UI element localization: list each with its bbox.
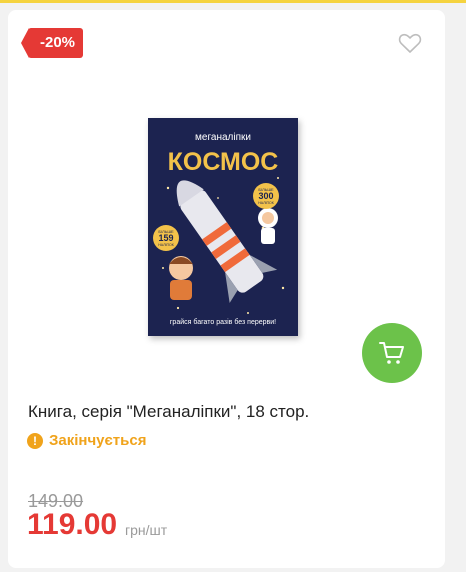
badge-reusable-unit: НАЛІПОК bbox=[158, 243, 174, 247]
add-to-cart-button[interactable] bbox=[362, 323, 422, 383]
current-price: 119.00 bbox=[27, 508, 118, 541]
top-accent-strip bbox=[0, 0, 466, 3]
product-card[interactable]: -20% меганаліпки КОСМОС БІЛЬШЕ 300 НАЛІП… bbox=[8, 10, 445, 568]
badge-more-unit: НАЛІПОК bbox=[258, 201, 274, 205]
heart-icon[interactable] bbox=[398, 32, 422, 54]
price-unit: грн/шт bbox=[125, 522, 168, 538]
product-title[interactable]: Книга, серія "Меганаліпки", 18 стор. bbox=[28, 402, 428, 422]
badge-more-count: 300 bbox=[258, 191, 273, 201]
stock-status: ! Закінчується bbox=[27, 432, 146, 449]
discount-badge: -20% bbox=[20, 28, 84, 58]
cover-footer: грайся багато разів без перерви! bbox=[170, 318, 276, 326]
stock-status-text: Закінчується bbox=[49, 432, 147, 449]
badge-reusable-count: 159 bbox=[158, 233, 173, 243]
cover-series: меганаліпки bbox=[195, 132, 251, 143]
cart-icon bbox=[379, 342, 404, 364]
product-image[interactable]: меганаліпки КОСМОС БІЛЬШЕ 300 НАЛІПОК БІ… bbox=[148, 118, 298, 336]
cover-heading: КОСМОС bbox=[168, 148, 279, 176]
alert-icon: ! bbox=[27, 432, 43, 449]
